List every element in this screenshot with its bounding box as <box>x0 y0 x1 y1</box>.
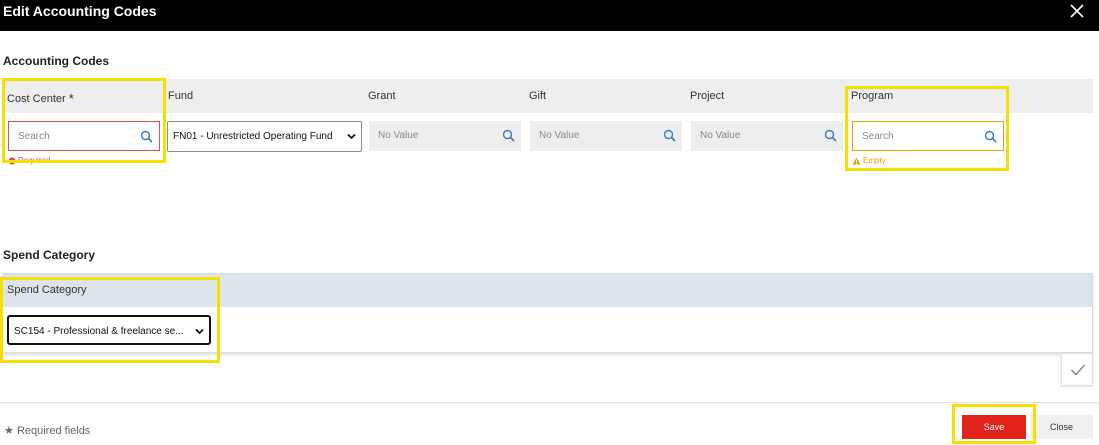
search-icon[interactable] <box>502 129 515 142</box>
chevron-down-icon <box>195 328 204 335</box>
spend-category-select[interactable]: SC154 - Professional & freelance se... <box>7 315 211 345</box>
cost-center-required-hint: Required <box>8 156 50 165</box>
fund-select[interactable]: FN01 - Unrestricted Operating Fund <box>167 121 362 152</box>
project-label: Project <box>690 90 725 102</box>
warning-icon <box>852 157 861 165</box>
dialog-title: Edit Accounting Codes <box>3 3 157 19</box>
required-asterisk: * <box>68 91 74 106</box>
error-icon <box>8 156 16 165</box>
grant-label: Grant <box>368 90 396 102</box>
search-icon[interactable] <box>663 129 676 142</box>
spend-category-title: Spend Category <box>3 248 96 262</box>
search-icon[interactable] <box>824 129 837 142</box>
program-search-input[interactable]: Search <box>852 121 1004 151</box>
program-empty-hint: Empty <box>852 156 886 165</box>
dialog-title-bar: Edit Accounting Codes <box>0 0 1099 31</box>
save-button[interactable]: Save <box>962 415 1026 439</box>
gift-field[interactable]: No Value <box>530 121 682 151</box>
footer-divider <box>0 402 1099 403</box>
gift-label: Gift <box>529 90 547 102</box>
accounting-codes-title: Accounting Codes <box>3 54 110 68</box>
search-icon[interactable] <box>140 130 153 143</box>
program-label: Program <box>851 90 894 102</box>
checkmark-icon <box>1071 364 1085 376</box>
close-icon[interactable] <box>1070 4 1084 18</box>
star-icon: ★ <box>4 425 14 437</box>
spend-category-label: Spend Category <box>7 284 87 296</box>
grant-field[interactable]: No Value <box>369 121 521 151</box>
close-button[interactable]: Close <box>1030 415 1093 439</box>
fund-label: Fund <box>168 90 194 102</box>
accounting-header-row <box>2 79 1093 113</box>
project-field[interactable]: No Value <box>691 121 843 151</box>
chevron-down-icon <box>347 133 356 140</box>
cost-center-search-input[interactable]: Search <box>8 121 160 151</box>
confirm-row-button[interactable] <box>1061 353 1093 386</box>
spend-category-header-row <box>3 274 1092 307</box>
search-icon[interactable] <box>984 130 997 143</box>
cost-center-label: Cost Center * <box>7 91 74 106</box>
required-fields-note: ★ Required fields <box>4 425 91 437</box>
